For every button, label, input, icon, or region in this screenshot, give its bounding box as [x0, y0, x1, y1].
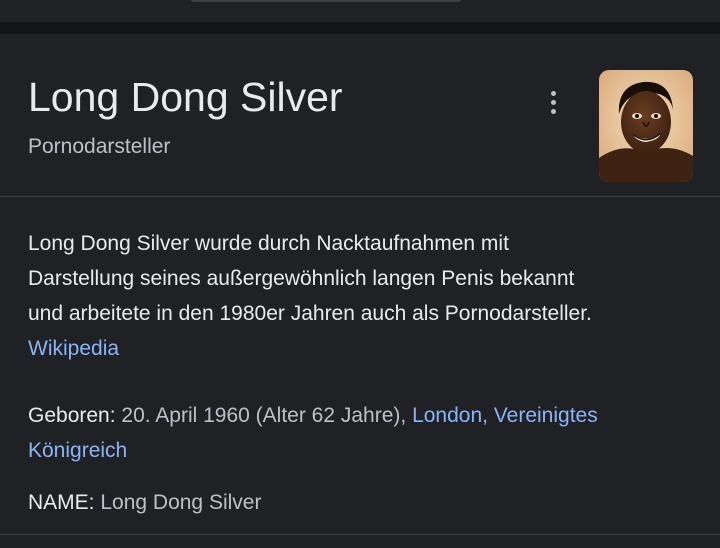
knowledge-panel: Long Dong Silver Pornodarsteller Long Do… — [0, 34, 720, 548]
birthplace-link[interactable]: London, Vereinigtes — [412, 404, 598, 427]
search-bar-edge[interactable] — [190, 0, 462, 2]
portrait-photo — [599, 70, 693, 182]
bottom-divider — [0, 534, 720, 535]
wikipedia-link[interactable]: Wikipedia — [28, 331, 694, 366]
section-separator — [0, 22, 720, 34]
fact-born: Geboren: 20. April 1960 (Alter 62 Jahre)… — [28, 398, 694, 468]
panel-divider — [0, 196, 720, 197]
menu-dot — [550, 90, 556, 96]
more-vert-icon[interactable] — [536, 84, 570, 120]
fact-value: 20. April 1960 (Alter 62 Jahre), — [115, 404, 413, 427]
menu-dot — [550, 99, 556, 105]
description-line: Long Dong Silver wurde durch Nacktaufnah… — [28, 232, 509, 255]
birthplace-link-cont[interactable]: Königreich — [28, 439, 127, 462]
fact-label: NAME: — [28, 491, 95, 514]
panel-subtitle: Pornodarsteller — [28, 135, 171, 158]
description: Long Dong Silver wurde durch Nacktaufnah… — [28, 226, 694, 366]
panel-title: Long Dong Silver — [28, 74, 343, 120]
fact-value: Long Dong Silver — [94, 491, 262, 514]
description-line: und arbeitete in den 1980er Jahren auch … — [28, 302, 592, 325]
description-line: Darstellung seines außergewöhnlich lange… — [28, 267, 575, 290]
portrait-image[interactable] — [599, 70, 693, 182]
top-bar — [0, 0, 720, 22]
fact-label: Geboren: — [28, 404, 116, 427]
menu-dot — [550, 108, 556, 114]
fact-name: NAME: Long Dong Silver — [28, 485, 694, 520]
